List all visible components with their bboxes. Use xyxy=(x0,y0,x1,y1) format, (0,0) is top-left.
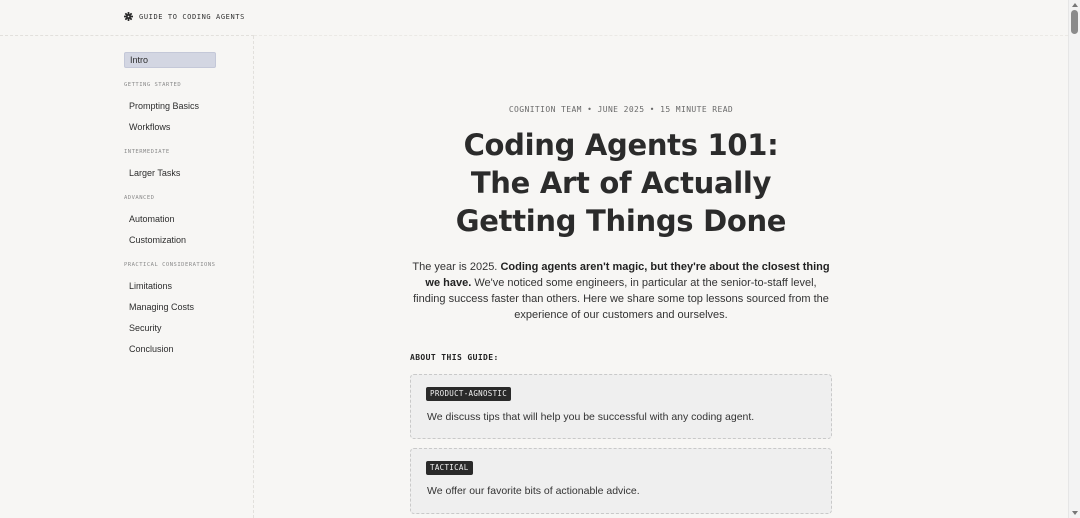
scrollbar-thumb[interactable] xyxy=(1071,10,1078,34)
sidebar-nav: Intro GETTING STARTED Prompting Basics W… xyxy=(124,52,244,362)
title-line: Coding Agents 101: xyxy=(463,128,779,162)
sidebar-item-customization[interactable]: Customization xyxy=(124,232,216,248)
sidebar-item-conclusion[interactable]: Conclusion xyxy=(124,341,216,357)
page: GUIDE TO CODING AGENTS Intro GETTING STA… xyxy=(0,0,1080,518)
scroll-up-arrow-icon[interactable] xyxy=(1072,3,1078,7)
sidebar-item-larger-tasks[interactable]: Larger Tasks xyxy=(124,165,216,181)
article-meta: COGNITION TEAM • JUNE 2025 • 15 MINUTE R… xyxy=(508,105,734,114)
scroll-down-arrow-icon[interactable] xyxy=(1072,511,1078,515)
card-text: We discuss tips that will help you be su… xyxy=(427,411,755,423)
guide-card: TACTICAL We offer our favorite bits of a… xyxy=(410,448,832,514)
lede-text: We've noticed some engineers, in particu… xyxy=(413,277,829,321)
sidebar-item-managing-costs[interactable]: Managing Costs xyxy=(124,299,216,315)
guide-card: PRODUCT-AGNOSTIC We discuss tips that wi… xyxy=(410,374,832,439)
sidebar-section-heading: PRACTICAL CONSIDERATIONS xyxy=(124,262,216,268)
sidebar-item-security[interactable]: Security xyxy=(124,320,216,336)
guide-label: ABOUT THIS GUIDE: xyxy=(410,353,499,362)
header: GUIDE TO CODING AGENTS xyxy=(0,0,254,36)
sidebar-section-heading: GETTING STARTED xyxy=(124,82,182,88)
article-lede: The year is 2025. Coding agents aren't m… xyxy=(410,259,832,323)
lede-text: The year is 2025. xyxy=(412,261,501,273)
vertical-scrollbar[interactable] xyxy=(1068,0,1080,518)
page-title: Coding Agents 101: The Art of Actually G… xyxy=(410,126,832,240)
card-tag: PRODUCT-AGNOSTIC xyxy=(426,387,512,401)
sidebar-item-workflows[interactable]: Workflows xyxy=(124,119,216,135)
sidebar-section-heading: INTERMEDIATE xyxy=(124,149,170,155)
card-text: We offer our favorite bits of actionable… xyxy=(427,485,640,497)
sidebar-item-intro[interactable]: Intro xyxy=(124,52,216,68)
title-line: Getting Things Done xyxy=(455,204,787,238)
main-content: COGNITION TEAM • JUNE 2025 • 15 MINUTE R… xyxy=(254,36,1068,518)
sidebar-section-heading: ADVANCED xyxy=(124,195,155,201)
card-tag: TACTICAL xyxy=(426,461,473,475)
title-line: The Art of Actually xyxy=(470,166,772,200)
logo[interactable]: GUIDE TO CODING AGENTS xyxy=(124,12,245,21)
sidebar-item-automation[interactable]: Automation xyxy=(124,211,216,227)
snowflake-gear-icon xyxy=(124,12,133,21)
logo-text: GUIDE TO CODING AGENTS xyxy=(139,12,245,21)
sidebar-item-limitations[interactable]: Limitations xyxy=(124,278,216,294)
sidebar: Intro GETTING STARTED Prompting Basics W… xyxy=(0,36,254,518)
sidebar-item-prompting-basics[interactable]: Prompting Basics xyxy=(124,98,216,114)
